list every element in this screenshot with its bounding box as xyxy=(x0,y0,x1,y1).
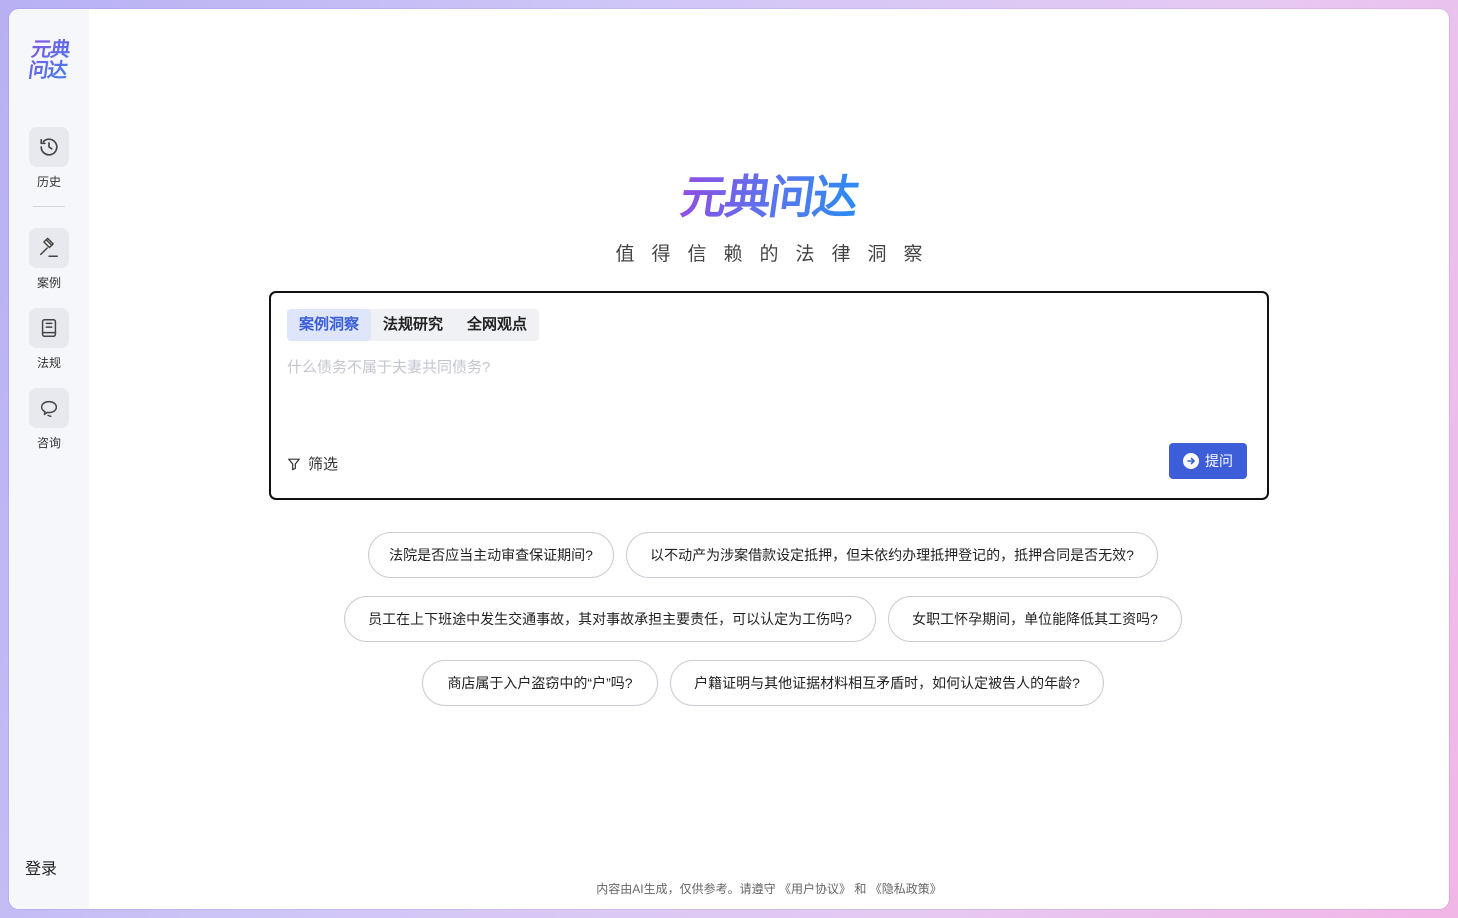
ask-button[interactable]: 提问 xyxy=(1169,443,1247,479)
filter-icon xyxy=(288,458,300,470)
sidebar-item-label: 案例 xyxy=(36,276,61,290)
footer-conjunction: 和 xyxy=(854,882,867,896)
sidebar-item-regulations[interactable]: 法规 xyxy=(9,308,89,371)
brand-title: 元典问达 xyxy=(89,167,1449,227)
logo-line-2: 问达 xyxy=(26,58,69,82)
footer-text: 内容由AI生成，仅供参考。请遵守 xyxy=(596,882,776,896)
tab-case-insight[interactable]: 案例洞察 xyxy=(287,309,372,341)
sidebar-item-history[interactable]: 历史 xyxy=(9,127,89,190)
app-window: 元典 问达 历史 案例 法规 咨询 登录 元典问达 值得信赖的法律洞察 案例洞察… xyxy=(9,9,1449,909)
history-icon xyxy=(29,127,69,167)
suggestion-chip[interactable]: 以不动产为涉案借款设定抵押，但未依约办理抵押登记的，抵押合同是否无效? xyxy=(626,532,1158,578)
filter-button[interactable]: 筛选 xyxy=(287,453,338,474)
gavel-icon xyxy=(29,228,69,268)
tab-regulation-research[interactable]: 法规研究 xyxy=(371,309,455,341)
suggestion-chip[interactable]: 法院是否应当主动审查保证期间? xyxy=(368,532,614,578)
book-icon xyxy=(29,308,69,348)
sidebar-item-cases[interactable]: 案例 xyxy=(9,228,89,291)
sidebar: 元典 问达 历史 案例 法规 咨询 登录 xyxy=(9,9,89,909)
slogan: 值得信赖的法律洞察 xyxy=(615,244,940,265)
sidebar-item-label: 咨询 xyxy=(36,436,61,450)
tab-web-opinions[interactable]: 全网观点 xyxy=(455,309,539,341)
user-agreement-link[interactable]: 《用户协议》 xyxy=(779,882,851,896)
search-tabs: 案例洞察 法规研究 全网观点 xyxy=(287,309,540,341)
filter-label: 筛选 xyxy=(308,456,339,473)
sidebar-item-consult[interactable]: 咨询 xyxy=(9,388,89,451)
privacy-policy-link[interactable]: 《隐私政策》 xyxy=(870,882,942,896)
sidebar-divider xyxy=(33,206,65,207)
brand-title-text: 元典问达 xyxy=(677,167,861,227)
suggestion-chip[interactable]: 户籍证明与其他证据材料相互矛盾时，如何认定被告人的年龄? xyxy=(670,660,1104,706)
search-box: 案例洞察 法规研究 全网观点 筛选 提问 xyxy=(269,291,1269,500)
sidebar-item-label: 历史 xyxy=(36,175,61,189)
suggestion-chip[interactable]: 商店属于入户盗窃中的“户”吗? xyxy=(422,660,658,706)
suggestion-chip[interactable]: 员工在上下班途中发生交通事故，其对事故承担主要责任，可以认定为工伤吗? xyxy=(344,596,876,642)
login-link[interactable]: 登录 xyxy=(25,855,57,879)
sidebar-logo[interactable]: 元典 问达 xyxy=(16,39,82,81)
chat-bubble-icon xyxy=(29,388,69,428)
ask-button-label: 提问 xyxy=(1205,453,1233,469)
logo-line-1: 元典 xyxy=(29,37,72,61)
question-input[interactable] xyxy=(287,353,1247,381)
footer-disclaimer: 内容由AI生成，仅供参考。请遵守 《用户协议》 和 《隐私政策》 xyxy=(89,880,1449,897)
suggestion-chip[interactable]: 女职工怀孕期间，单位能降低其工资吗? xyxy=(888,596,1182,642)
main-content: 元典问达 值得信赖的法律洞察 案例洞察 法规研究 全网观点 筛选 xyxy=(89,9,1449,909)
arrow-right-icon xyxy=(1183,453,1199,469)
sidebar-item-label: 法规 xyxy=(36,356,61,370)
